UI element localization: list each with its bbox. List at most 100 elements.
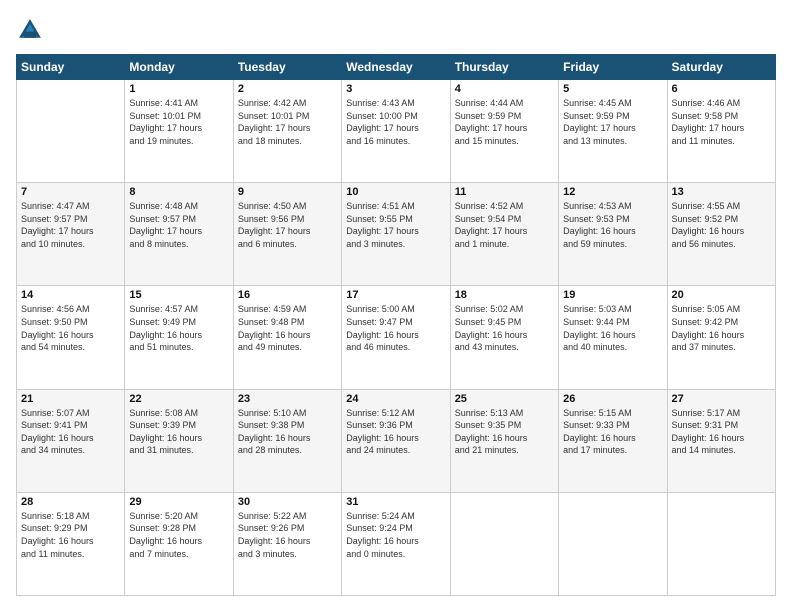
day-info: Sunrise: 4:53 AMSunset: 9:53 PMDaylight:…	[563, 200, 662, 250]
day-number: 29	[129, 496, 228, 508]
day-number: 12	[563, 186, 662, 198]
calendar-cell: 12 Sunrise: 4:53 AMSunset: 9:53 PMDayligh…	[559, 183, 667, 286]
calendar-cell	[450, 492, 558, 595]
calendar-cell: 1 Sunrise: 4:41 AMSunset: 10:01 PMDayligh…	[125, 80, 233, 183]
day-number: 25	[455, 393, 554, 405]
day-number: 20	[672, 289, 771, 301]
day-info: Sunrise: 4:55 AMSunset: 9:52 PMDaylight:…	[672, 200, 771, 250]
calendar-cell: 10Sunrise: 4:51 AMSunset: 9:55 PMDayligh…	[342, 183, 450, 286]
calendar-cell	[559, 492, 667, 595]
calendar-cell: 8 Sunrise: 4:48 AMSunset: 9:57 PMDaylight…	[125, 183, 233, 286]
day-info: Sunrise: 5:05 AMSunset: 9:42 PMDaylight:…	[672, 303, 771, 353]
day-number: 3	[346, 83, 445, 95]
day-number: 24	[346, 393, 445, 405]
calendar-cell: 15 Sunrise: 4:57 AMSunset: 9:49 PMDayligh…	[125, 286, 233, 389]
calendar-cell: 13 Sunrise: 4:55 AMSunset: 9:52 PMDayligh…	[667, 183, 775, 286]
weekday-header-wednesday: Wednesday	[342, 55, 450, 80]
day-number: 18	[455, 289, 554, 301]
logo	[16, 16, 48, 44]
calendar-cell: 22 Sunrise: 5:08 AMSunset: 9:39 PMDayligh…	[125, 389, 233, 492]
day-number: 6	[672, 83, 771, 95]
day-info: Sunrise: 4:43 AMSunset: 10:00 PMDaylight…	[346, 97, 445, 147]
day-info: Sunrise: 4:48 AMSunset: 9:57 PMDaylight:…	[129, 200, 228, 250]
day-info: Sunrise: 4:41 AMSunset: 10:01 PMDaylight…	[129, 97, 228, 147]
day-info: Sunrise: 5:24 AMSunset: 9:24 PMDaylight:…	[346, 510, 445, 560]
day-info: Sunrise: 5:03 AMSunset: 9:44 PMDaylight:…	[563, 303, 662, 353]
day-info: Sunrise: 4:47 AMSunset: 9:57 PMDaylight:…	[21, 200, 120, 250]
day-number: 26	[563, 393, 662, 405]
day-number: 2	[238, 83, 337, 95]
calendar: SundayMondayTuesdayWednesdayThursdayFrid…	[16, 54, 776, 596]
day-number: 28	[21, 496, 120, 508]
day-info: Sunrise: 5:20 AMSunset: 9:28 PMDaylight:…	[129, 510, 228, 560]
day-info: Sunrise: 4:45 AMSunset: 9:59 PMDaylight:…	[563, 97, 662, 147]
calendar-cell: 2 Sunrise: 4:42 AMSunset: 10:01 PMDayligh…	[233, 80, 341, 183]
week-row-1: 1 Sunrise: 4:41 AMSunset: 10:01 PMDayligh…	[17, 80, 776, 183]
calendar-cell: 19 Sunrise: 5:03 AMSunset: 9:44 PMDayligh…	[559, 286, 667, 389]
page: SundayMondayTuesdayWednesdayThursdayFrid…	[0, 0, 792, 612]
day-info: Sunrise: 5:13 AMSunset: 9:35 PMDaylight:…	[455, 407, 554, 457]
day-number: 14	[21, 289, 120, 301]
day-info: Sunrise: 4:56 AMSunset: 9:50 PMDaylight:…	[21, 303, 120, 353]
calendar-cell: 28Sunrise: 5:18 AMSunset: 9:29 PMDayligh…	[17, 492, 125, 595]
calendar-cell: 17Sunrise: 5:00 AMSunset: 9:47 PMDayligh…	[342, 286, 450, 389]
calendar-cell: 14 Sunrise: 4:56 AMSunset: 9:50 PMDayligh…	[17, 286, 125, 389]
day-number: 21	[21, 393, 120, 405]
calendar-cell: 20 Sunrise: 5:05 AMSunset: 9:42 PMDayligh…	[667, 286, 775, 389]
day-number: 19	[563, 289, 662, 301]
day-info: Sunrise: 5:17 AMSunset: 9:31 PMDaylight:…	[672, 407, 771, 457]
day-info: Sunrise: 4:59 AMSunset: 9:48 PMDaylight:…	[238, 303, 337, 353]
weekday-header-friday: Friday	[559, 55, 667, 80]
day-info: Sunrise: 5:15 AMSunset: 9:33 PMDaylight:…	[563, 407, 662, 457]
calendar-cell: 30 Sunrise: 5:22 AMSunset: 9:26 PMDayligh…	[233, 492, 341, 595]
day-number: 1	[129, 83, 228, 95]
day-info: Sunrise: 4:42 AMSunset: 10:01 PMDaylight…	[238, 97, 337, 147]
calendar-cell: 5Sunrise: 4:45 AMSunset: 9:59 PMDaylight…	[559, 80, 667, 183]
day-info: Sunrise: 5:12 AMSunset: 9:36 PMDaylight:…	[346, 407, 445, 457]
day-info: Sunrise: 5:02 AMSunset: 9:45 PMDaylight:…	[455, 303, 554, 353]
week-row-3: 14 Sunrise: 4:56 AMSunset: 9:50 PMDayligh…	[17, 286, 776, 389]
week-row-2: 7Sunrise: 4:47 AMSunset: 9:57 PMDaylight…	[17, 183, 776, 286]
calendar-cell: 9 Sunrise: 4:50 AMSunset: 9:56 PMDaylight…	[233, 183, 341, 286]
day-number: 22	[129, 393, 228, 405]
calendar-cell: 26 Sunrise: 5:15 AMSunset: 9:33 PMDayligh…	[559, 389, 667, 492]
day-number: 17	[346, 289, 445, 301]
day-number: 4	[455, 83, 554, 95]
weekday-header-sunday: Sunday	[17, 55, 125, 80]
calendar-cell	[17, 80, 125, 183]
day-info: Sunrise: 5:08 AMSunset: 9:39 PMDaylight:…	[129, 407, 228, 457]
day-info: Sunrise: 4:50 AMSunset: 9:56 PMDaylight:…	[238, 200, 337, 250]
weekday-header-saturday: Saturday	[667, 55, 775, 80]
calendar-cell: 16 Sunrise: 4:59 AMSunset: 9:48 PMDayligh…	[233, 286, 341, 389]
calendar-cell: 31 Sunrise: 5:24 AMSunset: 9:24 PMDayligh…	[342, 492, 450, 595]
day-number: 13	[672, 186, 771, 198]
day-number: 9	[238, 186, 337, 198]
calendar-cell: 3 Sunrise: 4:43 AMSunset: 10:00 PMDayligh…	[342, 80, 450, 183]
calendar-cell: 4Sunrise: 4:44 AMSunset: 9:59 PMDaylight…	[450, 80, 558, 183]
day-number: 31	[346, 496, 445, 508]
calendar-cell: 27Sunrise: 5:17 AMSunset: 9:31 PMDayligh…	[667, 389, 775, 492]
day-info: Sunrise: 4:57 AMSunset: 9:49 PMDaylight:…	[129, 303, 228, 353]
logo-icon	[16, 16, 44, 44]
week-row-5: 28Sunrise: 5:18 AMSunset: 9:29 PMDayligh…	[17, 492, 776, 595]
day-number: 15	[129, 289, 228, 301]
day-number: 10	[346, 186, 445, 198]
day-number: 30	[238, 496, 337, 508]
week-row-4: 21Sunrise: 5:07 AMSunset: 9:41 PMDayligh…	[17, 389, 776, 492]
calendar-cell: 21Sunrise: 5:07 AMSunset: 9:41 PMDayligh…	[17, 389, 125, 492]
day-number: 16	[238, 289, 337, 301]
day-number: 23	[238, 393, 337, 405]
calendar-cell: 29 Sunrise: 5:20 AMSunset: 9:28 PMDayligh…	[125, 492, 233, 595]
weekday-header-thursday: Thursday	[450, 55, 558, 80]
calendar-cell: 24 Sunrise: 5:12 AMSunset: 9:36 PMDayligh…	[342, 389, 450, 492]
day-info: Sunrise: 5:22 AMSunset: 9:26 PMDaylight:…	[238, 510, 337, 560]
calendar-cell: 18 Sunrise: 5:02 AMSunset: 9:45 PMDayligh…	[450, 286, 558, 389]
calendar-cell: 7Sunrise: 4:47 AMSunset: 9:57 PMDaylight…	[17, 183, 125, 286]
day-number: 11	[455, 186, 554, 198]
calendar-cell: 11 Sunrise: 4:52 AMSunset: 9:54 PMDayligh…	[450, 183, 558, 286]
calendar-cell: 6Sunrise: 4:46 AMSunset: 9:58 PMDaylight…	[667, 80, 775, 183]
calendar-cell	[667, 492, 775, 595]
day-info: Sunrise: 5:10 AMSunset: 9:38 PMDaylight:…	[238, 407, 337, 457]
day-number: 8	[129, 186, 228, 198]
day-info: Sunrise: 4:52 AMSunset: 9:54 PMDaylight:…	[455, 200, 554, 250]
